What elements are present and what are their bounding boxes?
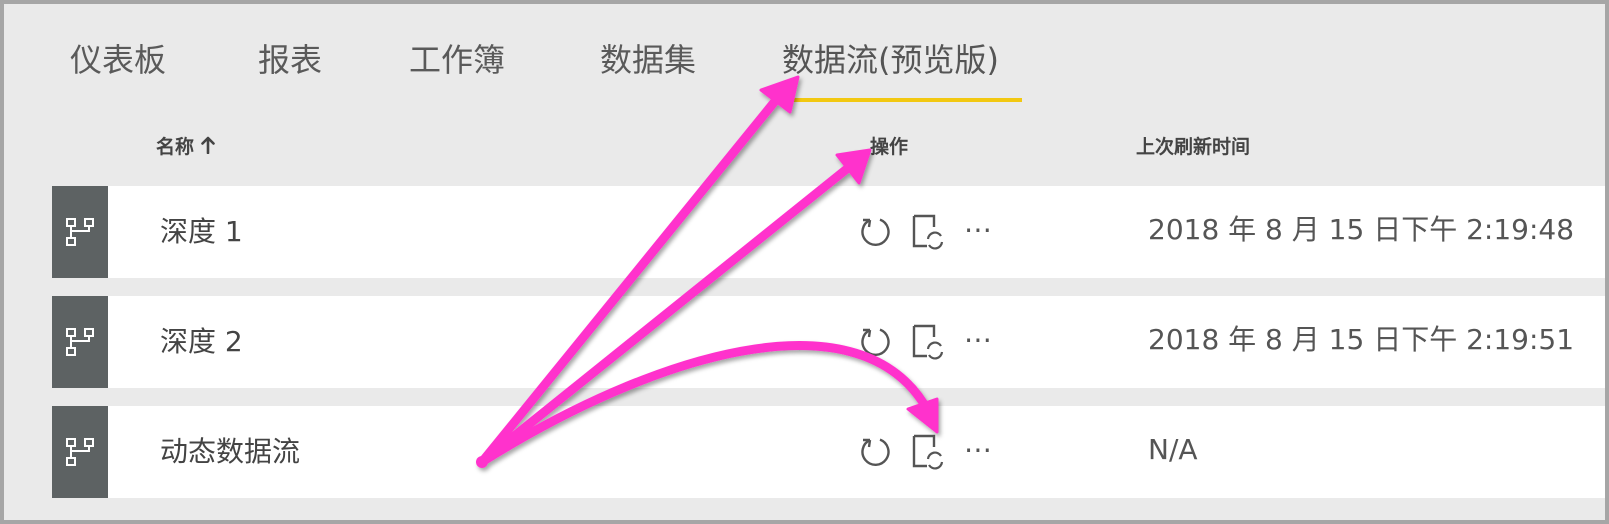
schedule-refresh-icon[interactable]	[912, 320, 952, 364]
refresh-icon[interactable]	[858, 430, 898, 474]
arrow-up-icon	[200, 136, 215, 155]
column-header-name[interactable]: 名称	[156, 134, 215, 160]
refresh-icon[interactable]	[858, 210, 898, 254]
dataflow-icon	[52, 406, 108, 498]
more-options-icon[interactable]: ⋯	[964, 320, 1004, 364]
table-row[interactable]: 深度 2 ⋯ 2018 年 8 月 15 日下午 2:19:51	[52, 296, 1605, 388]
refresh-icon[interactable]	[858, 320, 898, 364]
dataflows-panel: 仪表板 报表 工作簿 数据集 数据流(预览版) 名称 操作 上次刷新时间 深度 …	[0, 0, 1609, 524]
schedule-refresh-icon[interactable]	[912, 430, 952, 474]
row-last-refresh: N/A	[1148, 433, 1198, 466]
annotation-arrowhead	[759, 75, 800, 114]
schedule-refresh-icon[interactable]	[912, 210, 952, 254]
dataflow-icon	[52, 296, 108, 388]
tab-reports[interactable]: 报表	[258, 38, 322, 82]
row-last-refresh: 2018 年 8 月 15 日下午 2:19:51	[1148, 323, 1575, 356]
column-header-name-label: 名称	[156, 136, 195, 158]
more-options-icon[interactable]: ⋯	[964, 430, 1004, 474]
tab-workbooks[interactable]: 工作簿	[409, 38, 505, 82]
row-last-refresh: 2018 年 8 月 15 日下午 2:19:48	[1148, 213, 1575, 246]
more-options-icon[interactable]: ⋯	[964, 210, 1004, 254]
row-name[interactable]: 深度 2	[160, 324, 243, 360]
table-row[interactable]: 深度 1 ⋯ 2018 年 8 月 15 日下午 2:19:48	[52, 186, 1605, 278]
active-tab-indicator	[782, 98, 1022, 102]
column-header-actions: 操作	[870, 136, 909, 158]
tab-dataflows[interactable]: 数据流(预览版)	[782, 38, 999, 82]
tab-datasets[interactable]: 数据集	[600, 38, 696, 82]
row-name[interactable]: 深度 1	[160, 214, 243, 250]
column-header-last-refresh[interactable]: 上次刷新时间	[1136, 134, 1250, 160]
row-name[interactable]: 动态数据流	[160, 434, 300, 470]
table-row[interactable]: 动态数据流 ⋯ N/A	[52, 406, 1605, 498]
dataflow-icon	[52, 186, 108, 278]
tab-dashboards[interactable]: 仪表板	[70, 38, 166, 82]
annotation-arrowhead	[835, 148, 872, 185]
